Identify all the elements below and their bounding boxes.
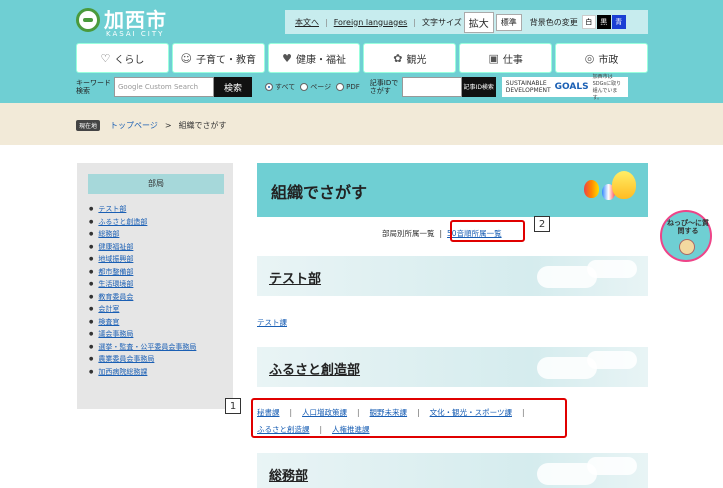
logo-subtext: KASAI CITY [106,30,165,38]
nav-kenko[interactable]: ♥ 健康・福祉 [267,43,361,73]
nav-kanko[interactable]: ✿ 観光 [363,43,457,73]
page-title-box: 組織でさがす [257,163,648,217]
nav-kurashi[interactable]: ♡ くらし [76,43,169,73]
section-title[interactable]: 総務部 [269,465,308,484]
section-links: テスト課 [257,317,287,328]
bg-blue-button[interactable]: 青 [611,15,626,29]
sidebar-item[interactable]: 加西病院総務課 [89,366,196,379]
foreign-languages-link[interactable]: Foreign languages [334,18,408,27]
site-logo[interactable]: 加西市 KASAI CITY [76,8,167,38]
keyword-label: キーワード検索 [76,79,111,95]
global-nav: ♡ くらし ☺ 子育て・教育 ♥ 健康・福祉 ✿ 観光 ▣ 仕事 ◎ 市政 [76,43,648,73]
sidebar-item[interactable]: 総務部 [89,228,196,241]
article-id-input[interactable] [401,77,462,97]
nav-kosodate[interactable]: ☺ 子育て・教育 [171,43,265,73]
dept-link[interactable]: テスト課 [257,318,287,327]
font-standard-button[interactable]: 標準 [495,13,522,31]
sidebar-list: テスト部 ふるさと創造部 総務部 健康福祉部 地域振興部 都市整備部 生活環境部… [89,203,196,378]
sidebar-item[interactable]: 都市整備部 [89,266,196,279]
radio-all[interactable] [265,83,273,91]
article-id-search-button[interactable]: 記事ID検索 [461,77,496,97]
breadcrumb-top-link[interactable]: トップページ [110,120,158,131]
cloud-decoration [587,260,637,278]
page-title: 組織でさがす [271,183,368,202]
sidebar-item[interactable]: 地域振興部 [89,253,196,266]
sidebar-item[interactable]: 会計室 [89,303,196,316]
sidebar-item[interactable]: 農業委員会事務局 [89,353,196,366]
balloon-icon [612,171,636,199]
nav-shisei[interactable]: ◎ 市政 [555,43,648,73]
radio-pdf[interactable] [336,83,345,91]
logo-text: 加西市 [104,8,167,32]
nav-shigoto[interactable]: ▣ 仕事 [459,43,553,73]
sidebar-item[interactable]: 健康福祉部 [89,241,196,254]
sidebar-item[interactable]: ふるさと創造部 [89,216,196,229]
sidebar-item[interactable]: 議会事務局 [89,328,196,341]
cloud-decoration [587,351,637,369]
sidebar-item[interactable]: 選挙・監査・公平委員会事務局 [89,341,196,354]
bg-black-button[interactable]: 黒 [596,15,611,29]
section-header: 総務部 [257,453,648,488]
sidebar: 部局 テスト部 ふるさと創造部 総務部 健康福祉部 地域振興部 都市整備部 生活… [77,163,233,409]
breadcrumb: 現在地 トップページ > 組織でさがす [76,120,227,131]
city-emblem-icon [76,8,100,32]
family-icon: ☺ [180,51,192,65]
search-row: キーワード検索 Google Custom Search 検索 すべて ページ … [76,74,648,101]
radio-page[interactable] [300,83,309,91]
sidebar-item[interactable]: 生活環境部 [89,278,196,291]
sidebar-item[interactable]: テスト部 [89,203,196,216]
sidebar-item[interactable]: 検査官 [89,316,196,329]
mascot-icon [679,239,695,255]
bg-color-label: 背景色の変更 [529,17,578,27]
current-location-badge: 現在地 [76,120,101,131]
content-area: 部局 テスト部 ふるさと創造部 総務部 健康福祉部 地域振興部 都市整備部 生活… [0,145,723,488]
breadcrumb-band: 現在地 トップページ > 組織でさがす [0,103,723,145]
cloud-decoration [587,457,637,475]
article-id-label: 記事IDでさがす [369,79,399,95]
city-logo-icon: ◎ [584,51,595,65]
font-large-button[interactable]: 拡大 [463,11,494,33]
by-department-label: 部局別所属一覧 [382,229,435,238]
bg-white-button[interactable]: 白 [581,15,596,29]
callout-2: 2 [534,216,550,232]
sidebar-title: 部局 [88,174,224,194]
section-title[interactable]: テスト部 [269,268,321,287]
highlight-box-1 [251,398,567,438]
search-input[interactable]: Google Custom Search [114,77,214,97]
chatbot-label: ねっぴ〜に質問する [667,219,709,235]
search-button[interactable]: 検索 [214,77,252,97]
section-title[interactable]: ふるさと創造部 [269,359,360,378]
callout-1: 1 [225,398,241,414]
search-scope-radios: すべて ページ PDF [260,82,360,92]
font-size-label: 文字サイズ [421,17,462,27]
section-header: テスト部 [257,256,648,296]
utility-bar: 本文へ | Foreign languages | 文字サイズ 拡大 標準 背景… [285,10,648,34]
sdg-banner[interactable]: SUSTAINABLE DEVELOPMENT GOALS 加西市はSDGsに取… [501,74,628,101]
house-icon: ♡ [100,51,111,65]
section-header: ふるさと創造部 [257,347,648,387]
briefcase-icon: ▣ [488,51,499,65]
balloon-icon [584,180,599,198]
heart-hand-icon: ♥ [282,51,292,65]
site-header: 加西市 KASAI CITY 本文へ | Foreign languages |… [0,0,723,103]
flower-icon: ✿ [393,51,403,65]
sidebar-item[interactable]: 教育委員会 [89,291,196,304]
skip-to-content-link[interactable]: 本文へ [295,17,319,28]
chatbot-badge[interactable]: ねっぴ〜に質問する [660,210,712,262]
highlight-box-2 [450,220,525,242]
breadcrumb-current: 組織でさがす [178,121,227,130]
